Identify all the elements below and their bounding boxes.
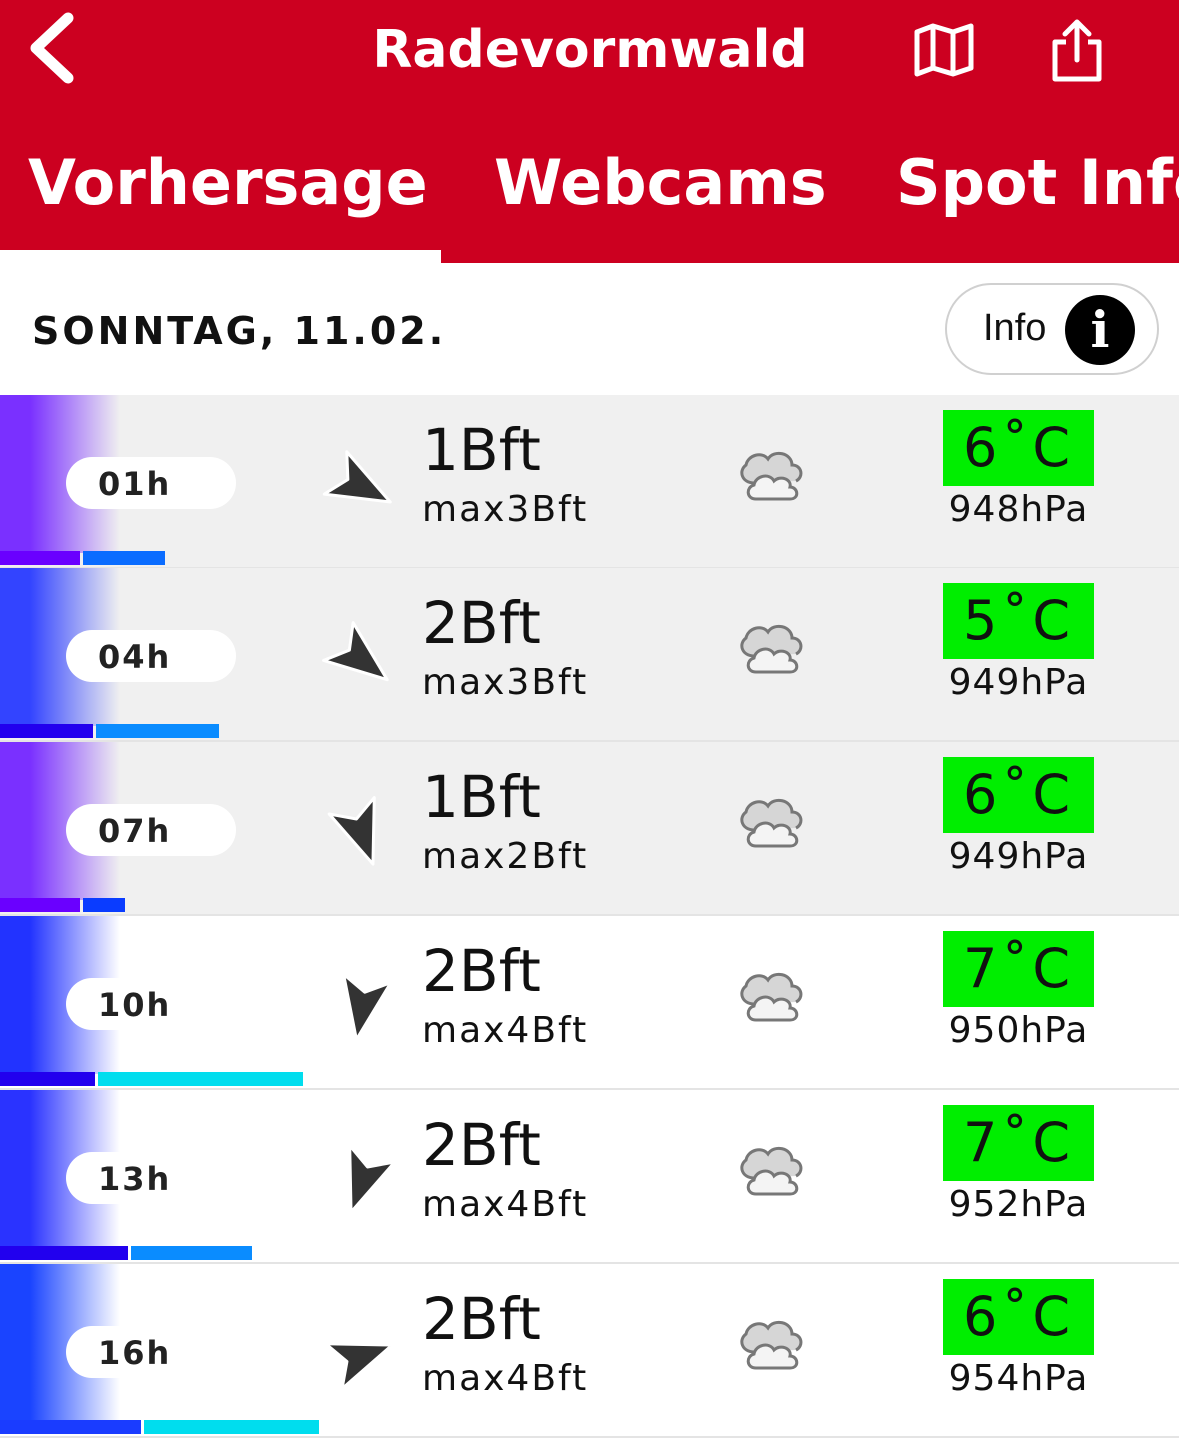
- forecast-row[interactable]: 16h 2Bft max4Bft 6˚C 954hPa: [0, 1264, 1179, 1438]
- info-label: Info: [983, 307, 1047, 349]
- wind-direction-arrow-icon: [348, 1144, 397, 1214]
- wind-bar: [0, 898, 80, 912]
- hour-pill: 01h: [66, 457, 236, 509]
- hour-pill: 16h: [66, 1326, 236, 1378]
- hour-pill: 07h: [66, 804, 236, 856]
- temperature-badge: 7˚C: [943, 1105, 1094, 1181]
- hour-label: 04h: [98, 638, 172, 676]
- wind-direction-arrow-icon: [322, 621, 389, 682]
- wind-bar: [0, 1420, 141, 1434]
- map-icon[interactable]: [912, 22, 976, 78]
- wind-bar: [0, 724, 93, 738]
- wind-bar: [0, 1072, 95, 1086]
- chevron-left-icon[interactable]: [22, 8, 92, 88]
- wind-gust: max2Bft: [422, 836, 589, 877]
- wind-gust: max4Bft: [422, 1010, 589, 1051]
- wind-speed: 2Bft: [422, 937, 541, 1005]
- pressure-value: 950hPa: [948, 1010, 1089, 1051]
- gust-bar: [83, 898, 125, 912]
- wind-bar: [0, 1246, 128, 1260]
- day-header: SONNTAG, 11.02. Info i: [0, 263, 1179, 395]
- cloud-icon: [740, 1320, 803, 1370]
- hour-label: 01h: [98, 465, 172, 503]
- wind-gust: max3Bft: [422, 662, 589, 703]
- cloud-icon: [740, 972, 803, 1022]
- wind-gust: max3Bft: [422, 489, 589, 530]
- temperature-badge: 5˚C: [943, 583, 1094, 659]
- wind-direction-arrow-icon: [322, 450, 392, 504]
- tab-webcams[interactable]: Webcams: [494, 144, 827, 222]
- forecast-row[interactable]: 07h 1Bft max2Bft 6˚C 949hPa: [0, 742, 1179, 916]
- pressure-value: 949hPa: [948, 662, 1089, 703]
- wind-speed: 2Bft: [422, 1285, 541, 1353]
- day-title: SONNTAG, 11.02.: [32, 309, 447, 353]
- temperature-badge: 6˚C: [943, 410, 1094, 486]
- gust-bar: [131, 1246, 252, 1260]
- pressure-value: 952hPa: [948, 1184, 1089, 1225]
- tab-spot-info[interactable]: Spot Info: [896, 144, 1179, 222]
- cloud-icon: [740, 451, 803, 501]
- share-icon[interactable]: [1048, 18, 1106, 84]
- wind-direction-arrow-icon: [342, 972, 393, 1042]
- wind-speed: 2Bft: [422, 1111, 541, 1179]
- info-button[interactable]: Info i: [945, 283, 1159, 375]
- active-tab-indicator: [0, 250, 441, 263]
- pressure-value: 949hPa: [948, 836, 1089, 877]
- gust-bar: [144, 1420, 319, 1434]
- wind-speed: 1Bft: [422, 763, 541, 831]
- hour-label: 10h: [98, 986, 172, 1024]
- gust-bar: [96, 724, 219, 738]
- hour-pill: 10h: [66, 978, 236, 1030]
- hour-pill: 04h: [66, 630, 236, 682]
- pressure-value: 954hPa: [948, 1358, 1089, 1399]
- wind-direction-arrow-icon: [324, 1342, 394, 1391]
- forecast-row[interactable]: 01h 1Bft max3Bft 6˚C 948hPa: [0, 395, 1179, 569]
- page-title: Radevormwald: [372, 20, 808, 80]
- wind-speed: 1Bft: [422, 416, 541, 484]
- gust-bar: [98, 1072, 303, 1086]
- forecast-row[interactable]: 10h 2Bft max4Bft 7˚C 950hPa: [0, 916, 1179, 1090]
- top-bar: Radevormwald Vorhersage Webcams Spot Inf…: [0, 0, 1179, 263]
- wind-gust: max4Bft: [422, 1358, 589, 1399]
- cloud-icon: [740, 1146, 803, 1196]
- temperature-badge: 6˚C: [943, 1279, 1094, 1355]
- tab-bar: Vorhersage Webcams Spot Info: [0, 132, 1179, 263]
- wind-bar: [0, 551, 80, 565]
- hour-pill: 13h: [66, 1152, 236, 1204]
- hour-label: 07h: [98, 812, 172, 850]
- forecast-row[interactable]: 13h 2Bft max4Bft 7˚C 952hPa: [0, 1090, 1179, 1264]
- wind-speed: 2Bft: [422, 589, 541, 657]
- forecast-row[interactable]: 04h 2Bft max3Bft 5˚C 949hPa: [0, 568, 1179, 742]
- gust-bar: [83, 551, 165, 565]
- hour-label: 13h: [98, 1160, 172, 1198]
- info-icon: i: [1065, 295, 1135, 365]
- hour-label: 16h: [98, 1334, 172, 1372]
- pressure-value: 948hPa: [948, 489, 1089, 530]
- cloud-icon: [740, 798, 803, 848]
- wind-gust: max4Bft: [422, 1184, 589, 1225]
- wind-direction-arrow-icon: [327, 796, 376, 866]
- cloud-icon: [740, 624, 803, 674]
- temperature-badge: 6˚C: [943, 757, 1094, 833]
- tab-vorhersage[interactable]: Vorhersage: [28, 144, 428, 222]
- temperature-badge: 7˚C: [943, 931, 1094, 1007]
